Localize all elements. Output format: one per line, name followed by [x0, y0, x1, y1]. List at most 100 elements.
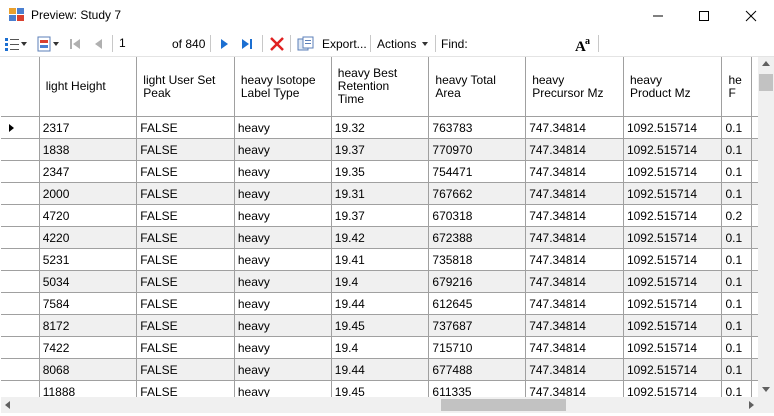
table-row[interactable]: 2317 FALSE heavy 19.32 763783 747.34814 1092.5… — [1, 116, 758, 139]
table-cell[interactable]: 5034 — [39, 270, 138, 293]
table-row[interactable]: 2347 FALSE heavy 19.35 754471 747.34814 1092.5… — [1, 160, 758, 183]
table-row[interactable]: 4720 FALSE heavy 19.37 670318 747.34814 1092.5… — [1, 204, 758, 227]
table-cell[interactable]: 1092.515714 — [623, 182, 723, 205]
table-cell[interactable]: FALSE — [136, 116, 235, 139]
table-cell[interactable]: 1092.515714 — [623, 204, 723, 227]
table-cell[interactable]: FALSE — [136, 336, 235, 359]
table-cell[interactable]: FALSE — [136, 226, 235, 249]
table-cell[interactable]: FALSE — [136, 292, 235, 315]
table-cell[interactable]: 19.45 — [331, 314, 430, 337]
table-cell[interactable]: 5231 — [39, 248, 138, 271]
table-cell[interactable]: 0.1 — [721, 138, 752, 161]
table-cell[interactable]: FALSE — [136, 138, 235, 161]
column-header[interactable]: heavy Total Area — [428, 57, 527, 117]
table-cell[interactable]: 1092.515714 — [623, 336, 723, 359]
table-cell[interactable]: heavy — [234, 336, 332, 359]
table-cell[interactable]: heavy — [234, 182, 332, 205]
table-cell[interactable]: FALSE — [136, 270, 235, 293]
table-row[interactable]: 5231 FALSE heavy 19.41 735818 747.34814 1092.5… — [1, 248, 758, 271]
row-header[interactable] — [1, 314, 40, 337]
delete-button[interactable] — [269, 31, 285, 56]
table-cell[interactable]: 19.42 — [331, 226, 430, 249]
table-cell[interactable]: 763783 — [428, 116, 527, 139]
table-cell[interactable]: 19.32 — [331, 116, 430, 139]
minimize-button[interactable] — [635, 0, 681, 31]
table-cell[interactable]: 2347 — [39, 160, 138, 183]
table-cell[interactable]: 0.1 — [721, 292, 752, 315]
row-header[interactable] — [1, 292, 40, 315]
table-cell[interactable]: heavy — [234, 226, 332, 249]
table-cell[interactable]: 19.41 — [331, 248, 430, 271]
table-cell[interactable]: 747.34814 — [525, 314, 624, 337]
table-cell[interactable]: heavy — [234, 358, 332, 381]
table-cell[interactable]: 670318 — [428, 204, 527, 227]
table-cell[interactable]: FALSE — [136, 182, 235, 205]
table-cell[interactable]: 747.34814 — [525, 248, 624, 271]
table-cell[interactable]: 747.34814 — [525, 182, 624, 205]
maximize-button[interactable] — [681, 0, 727, 31]
table-row[interactable]: 8068 FALSE heavy 19.44 677488 747.34814 1092.5… — [1, 358, 758, 381]
row-header[interactable] — [1, 182, 40, 205]
table-cell[interactable]: 4720 — [39, 204, 138, 227]
table-row[interactable]: 8172 FALSE heavy 19.45 737687 747.34814 1092.5… — [1, 314, 758, 337]
table-cell[interactable]: 1092.515714 — [623, 270, 723, 293]
table-cell[interactable]: 1092.515714 — [623, 314, 723, 337]
table-cell[interactable]: 747.34814 — [525, 160, 624, 183]
table-cell[interactable]: 0.1 — [721, 380, 752, 397]
row-header[interactable] — [1, 138, 40, 161]
view-options-button[interactable] — [4, 31, 28, 56]
row-header[interactable] — [1, 116, 40, 139]
row-header[interactable] — [1, 226, 40, 249]
table-cell[interactable]: FALSE — [136, 314, 235, 337]
table-cell[interactable]: 754471 — [428, 160, 527, 183]
table-cell[interactable]: 0.1 — [721, 182, 752, 205]
row-header[interactable] — [1, 380, 40, 397]
table-cell[interactable]: 747.34814 — [525, 138, 624, 161]
table-cell[interactable]: 19.4 — [331, 336, 430, 359]
table-cell[interactable]: 747.34814 — [525, 116, 624, 139]
vertical-scrollbar[interactable] — [758, 57, 774, 397]
report-button[interactable] — [36, 31, 60, 56]
table-cell[interactable]: 0.1 — [721, 314, 752, 337]
table-cell[interactable]: 770970 — [428, 138, 527, 161]
table-cell[interactable]: 0.1 — [721, 226, 752, 249]
table-cell[interactable]: FALSE — [136, 204, 235, 227]
table-cell[interactable]: FALSE — [136, 358, 235, 381]
table-cell[interactable]: 4220 — [39, 226, 138, 249]
table-cell[interactable]: 747.34814 — [525, 270, 624, 293]
table-cell[interactable]: 2317 — [39, 116, 138, 139]
table-cell[interactable]: 19.45 — [331, 380, 430, 397]
table-cell[interactable]: 612645 — [428, 292, 527, 315]
table-cell[interactable]: 747.34814 — [525, 226, 624, 249]
table-cell[interactable]: 1092.515714 — [623, 226, 723, 249]
table-cell[interactable]: 7584 — [39, 292, 138, 315]
column-header[interactable]: he F — [721, 57, 752, 117]
table-row[interactable]: 7422 FALSE heavy 19.4 715710 747.34814 1092.51… — [1, 336, 758, 359]
row-header[interactable] — [1, 160, 40, 183]
table-cell[interactable]: 19.31 — [331, 182, 430, 205]
column-header[interactable]: light Height — [39, 57, 138, 117]
table-cell[interactable]: 2000 — [39, 182, 138, 205]
table-cell[interactable]: 19.35 — [331, 160, 430, 183]
column-header[interactable]: heavy Precursor Mz — [525, 57, 624, 117]
table-cell[interactable]: 0.2 — [721, 204, 752, 227]
actions-menu[interactable]: Actions — [377, 31, 430, 56]
copy-button[interactable] — [297, 31, 315, 56]
record-position-input[interactable] — [117, 34, 171, 52]
table-cell[interactable]: heavy — [234, 380, 332, 397]
first-record-button[interactable] — [68, 31, 82, 56]
find-input[interactable] — [470, 34, 569, 54]
table-cell[interactable]: 1092.515714 — [623, 160, 723, 183]
table-cell[interactable]: 1092.515714 — [623, 380, 723, 397]
row-header[interactable] — [1, 248, 40, 271]
table-row[interactable]: 2000 FALSE heavy 19.31 767662 747.34814 1092.5… — [1, 182, 758, 205]
table-cell[interactable]: 8068 — [39, 358, 138, 381]
table-cell[interactable]: heavy — [234, 138, 332, 161]
table-cell[interactable]: 1092.515714 — [623, 358, 723, 381]
table-cell[interactable]: heavy — [234, 204, 332, 227]
previous-record-button[interactable] — [92, 31, 106, 56]
table-row[interactable]: 4220 FALSE heavy 19.42 672388 747.34814 1092.5… — [1, 226, 758, 249]
table-cell[interactable]: 1092.515714 — [623, 248, 723, 271]
table-cell[interactable]: 767662 — [428, 182, 527, 205]
table-cell[interactable]: 672388 — [428, 226, 527, 249]
